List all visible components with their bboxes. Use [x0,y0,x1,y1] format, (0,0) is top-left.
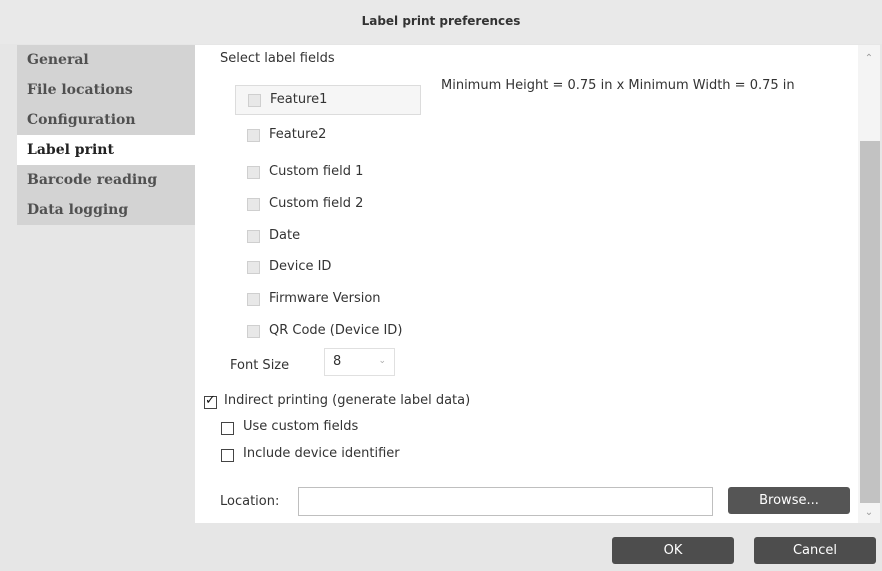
sidebar-item-label-print[interactable]: Label print [17,135,195,165]
font-size-label: Font Size [230,358,290,373]
custom-field-1-label: Custom field 1 [269,164,364,179]
chevron-up-icon[interactable]: ⌃ [858,49,880,69]
scrollbar-thumb[interactable] [860,141,880,503]
date-label: Date [269,228,301,243]
include-device-identifier-label: Include device identifier [243,446,400,461]
custom-field-2-checkbox[interactable] [247,198,260,211]
feature2-checkbox[interactable] [247,129,260,142]
use-custom-fields-label: Use custom fields [243,419,359,434]
cancel-button[interactable]: Cancel [754,537,876,564]
chevron-down-icon: ⌄ [378,356,386,366]
field-row-feature1[interactable]: Feature1 [235,85,421,115]
indirect-printing-checkbox[interactable] [204,393,217,409]
field-row-feature2[interactable]: Feature2 [235,121,421,151]
firmware-version-checkbox[interactable] [247,293,260,306]
firmware-version-label: Firmware Version [269,291,381,306]
ok-button[interactable]: OK [612,537,734,564]
indirect-printing-label: Indirect printing (generate label data) [224,393,471,408]
location-input[interactable] [298,487,713,516]
custom-field-1-checkbox[interactable] [247,166,260,179]
settings-panel: Select label fields Minimum Height = 0.7… [195,45,858,523]
font-size-select[interactable]: 8 ⌄ [324,348,395,376]
title-bar: Label print preferences [0,0,882,44]
field-row-firmware-version[interactable]: Firmware Version [235,285,421,315]
minimum-size-text: Minimum Height = 0.75 in x Minimum Width… [441,78,795,93]
qr-code-checkbox[interactable] [247,325,260,338]
field-row-custom-field-2[interactable]: Custom field 2 [235,190,421,220]
qr-code-label: QR Code (Device ID) [269,323,403,338]
include-device-identifier-checkbox[interactable] [221,449,234,462]
device-id-checkbox[interactable] [247,261,260,274]
window-title: Label print preferences [361,14,521,28]
sidebar: General File locations Configuration Lab… [17,45,195,225]
feature2-label: Feature2 [269,127,327,142]
sidebar-item-file-locations[interactable]: File locations [17,75,195,105]
feature1-checkbox[interactable] [248,94,261,107]
font-size-value: 8 [333,354,342,369]
location-label: Location: [220,494,280,509]
custom-field-2-label: Custom field 2 [269,196,364,211]
sidebar-item-general[interactable]: General [17,45,195,75]
device-id-label: Device ID [269,259,332,274]
select-label-fields-heading: Select label fields [220,51,335,66]
browse-button[interactable]: Browse... [728,487,850,514]
field-row-qr-code[interactable]: QR Code (Device ID) [235,317,421,347]
sidebar-item-data-logging[interactable]: Data logging [17,195,195,225]
field-row-device-id[interactable]: Device ID [235,253,421,283]
feature1-label: Feature1 [270,92,328,107]
field-row-date[interactable]: Date [235,222,421,252]
vertical-scrollbar[interactable]: ⌃ ⌄ [858,45,880,523]
sidebar-item-configuration[interactable]: Configuration [17,105,195,135]
field-row-custom-field-1[interactable]: Custom field 1 [235,158,421,188]
use-custom-fields-checkbox[interactable] [221,422,234,435]
sidebar-item-barcode-reading[interactable]: Barcode reading [17,165,195,195]
chevron-down-icon[interactable]: ⌄ [858,503,880,523]
date-checkbox[interactable] [247,230,260,243]
